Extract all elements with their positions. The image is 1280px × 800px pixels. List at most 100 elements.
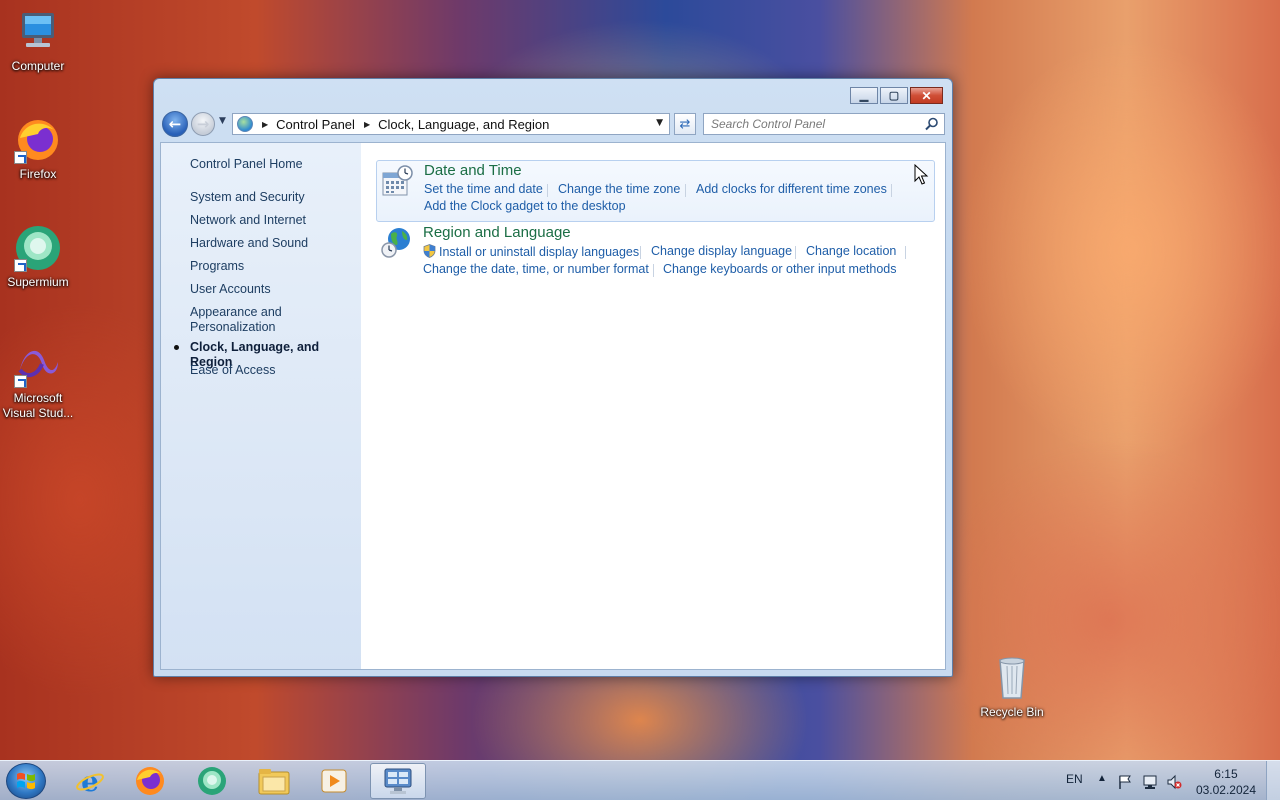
back-arrow-icon: ←: [168, 115, 182, 133]
link-separator: [640, 246, 641, 259]
breadcrumb-separator-icon[interactable]: ▶: [262, 120, 268, 129]
link-separator: [685, 184, 686, 197]
desktop-icon-computer[interactable]: Computer: [0, 8, 76, 74]
link-separator: [653, 264, 654, 277]
taskbar-app-supermium[interactable]: [184, 763, 240, 799]
desktop-icon-label: Microsoft Visual Stud...: [2, 391, 74, 420]
breadcrumb-current[interactable]: Clock, Language, and Region: [378, 117, 549, 132]
category-title[interactable]: Region and Language: [423, 224, 571, 241]
desktop-icon-firefox[interactable]: Firefox: [0, 116, 76, 182]
start-button[interactable]: [6, 763, 46, 799]
calendar-clock-icon[interactable]: [381, 165, 413, 197]
link-change-display-language[interactable]: Change display language: [651, 244, 792, 258]
desktop-icon-label: Supermium: [7, 275, 69, 289]
action-center-flag-icon[interactable]: [1117, 774, 1133, 790]
link-separator: [795, 246, 796, 259]
current-page-bullet-icon: [174, 345, 179, 350]
breadcrumb-control-panel[interactable]: Control Panel: [276, 117, 355, 132]
category-date-and-time: Date and Time Set the time and date Chan…: [376, 160, 935, 222]
breadcrumb-separator-icon[interactable]: ▶: [364, 120, 370, 129]
caption-buttons: ▁ ▢ ✕: [850, 87, 943, 104]
address-dropdown-icon[interactable]: ▼: [656, 118, 663, 128]
link-add-clock-gadget[interactable]: Add the Clock gadget to the desktop: [424, 199, 626, 213]
firefox-icon: [136, 767, 164, 795]
link-change-date-time-number-format[interactable]: Change the date, time, or number format: [423, 262, 649, 276]
language-indicator[interactable]: EN: [1066, 772, 1083, 786]
mouse-cursor-icon: [914, 164, 929, 185]
show-hidden-icons-button[interactable]: ▲: [1097, 773, 1107, 784]
search-input[interactable]: [704, 114, 914, 134]
forward-button[interactable]: →: [191, 112, 215, 136]
volume-muted-icon[interactable]: [1166, 774, 1182, 790]
shortcut-arrow-icon: [14, 151, 27, 164]
visual-studio-icon: [14, 340, 62, 388]
desktop-icon-label: Computer: [11, 59, 65, 73]
taskbar-app-firefox[interactable]: [122, 763, 178, 799]
taskbar-app-media-player[interactable]: [306, 763, 362, 799]
supermium-icon: [14, 224, 62, 272]
maximize-icon: ▢: [888, 90, 900, 102]
media-player-icon: [321, 769, 347, 793]
minimize-button[interactable]: ▁: [850, 87, 878, 104]
link-label: Install or uninstall display languages: [439, 245, 640, 259]
sidebar-item-user-accounts[interactable]: User Accounts: [190, 282, 355, 297]
link-set-time-date[interactable]: Set the time and date: [424, 182, 543, 196]
sidebar-item-system-security[interactable]: System and Security: [190, 190, 355, 205]
category-region-and-language: Region and Language Install or uninstall…: [376, 223, 935, 285]
search-icon[interactable]: [925, 117, 939, 131]
sidebar-item-programs[interactable]: Programs: [190, 259, 355, 274]
computer-icon: [14, 8, 62, 56]
show-desktop-button[interactable]: [1266, 761, 1280, 800]
maximize-button[interactable]: ▢: [880, 87, 908, 104]
taskbar-app-internet-explorer[interactable]: e: [62, 763, 118, 799]
recent-pages-dropdown[interactable]: ▼: [219, 116, 226, 126]
desktop-icon-recycle-bin[interactable]: Recycle Bin: [974, 654, 1050, 720]
search-box[interactable]: [703, 113, 945, 135]
sidebar-item-network-internet[interactable]: Network and Internet: [190, 213, 355, 228]
link-add-clocks[interactable]: Add clocks for different time zones: [696, 182, 887, 196]
control-panel-small-icon: [237, 116, 253, 132]
file-explorer-icon: [258, 769, 290, 795]
sidebar: Control Panel Home System and Security N…: [161, 143, 361, 669]
shortcut-arrow-icon: [14, 259, 27, 272]
close-button[interactable]: ✕: [910, 87, 943, 104]
control-panel-icon: [384, 768, 412, 794]
shortcut-arrow-icon: [14, 375, 27, 388]
sidebar-item-hardware-sound[interactable]: Hardware and Sound: [190, 236, 355, 251]
sidebar-item-ease-of-access[interactable]: Ease of Access: [190, 363, 355, 378]
windows-logo-icon: [17, 772, 35, 790]
clock-date: 03.02.2024: [1195, 783, 1256, 797]
sidebar-item-home[interactable]: Control Panel Home: [190, 157, 355, 172]
window-content: Control Panel Home System and Security N…: [160, 142, 946, 670]
link-change-time-zone[interactable]: Change the time zone: [558, 182, 680, 196]
close-icon: ✕: [921, 88, 932, 103]
navigation-bar: ← → ▼ ▶ Control Panel ▶ Clock, Language,…: [162, 111, 945, 137]
refresh-icon: ⇄: [679, 116, 691, 132]
sidebar-item-appearance[interactable]: Appearance and Personalization: [190, 305, 300, 335]
desktop-icon-supermium[interactable]: Supermium: [0, 224, 76, 290]
uac-shield-icon: [423, 244, 436, 258]
supermium-icon: [198, 767, 226, 795]
svg-text:e: e: [81, 765, 99, 797]
category-title[interactable]: Date and Time: [424, 162, 522, 179]
desktop-icon-label: Firefox: [19, 167, 57, 181]
link-separator: [891, 184, 892, 197]
link-change-location[interactable]: Change location: [806, 244, 896, 258]
link-install-display-languages[interactable]: Install or uninstall display languages: [423, 244, 639, 259]
link-separator: [905, 246, 906, 259]
minimize-icon: ▁: [859, 90, 869, 102]
refresh-button[interactable]: ⇄: [674, 113, 696, 135]
network-icon[interactable]: [1142, 774, 1158, 790]
link-change-keyboards[interactable]: Change keyboards or other input methods: [663, 262, 896, 276]
control-panel-window: ▁ ▢ ✕ ← → ▼ ▶ Control Panel ▶ Clock, Lan…: [153, 78, 953, 677]
taskbar-app-control-panel[interactable]: [370, 763, 426, 799]
globe-clock-icon[interactable]: [380, 227, 412, 259]
back-button[interactable]: ←: [162, 111, 188, 137]
desktop-icon-visual-studio[interactable]: Microsoft Visual Stud...: [0, 340, 76, 421]
clock[interactable]: 6:15 03.02.2024: [1196, 766, 1256, 798]
firefox-icon: [14, 116, 62, 164]
taskbar-app-file-explorer[interactable]: [246, 763, 302, 799]
address-bar[interactable]: ▶ Control Panel ▶ Clock, Language, and R…: [232, 113, 670, 135]
recycle-bin-icon: [988, 654, 1036, 702]
forward-arrow-icon: →: [196, 115, 210, 133]
